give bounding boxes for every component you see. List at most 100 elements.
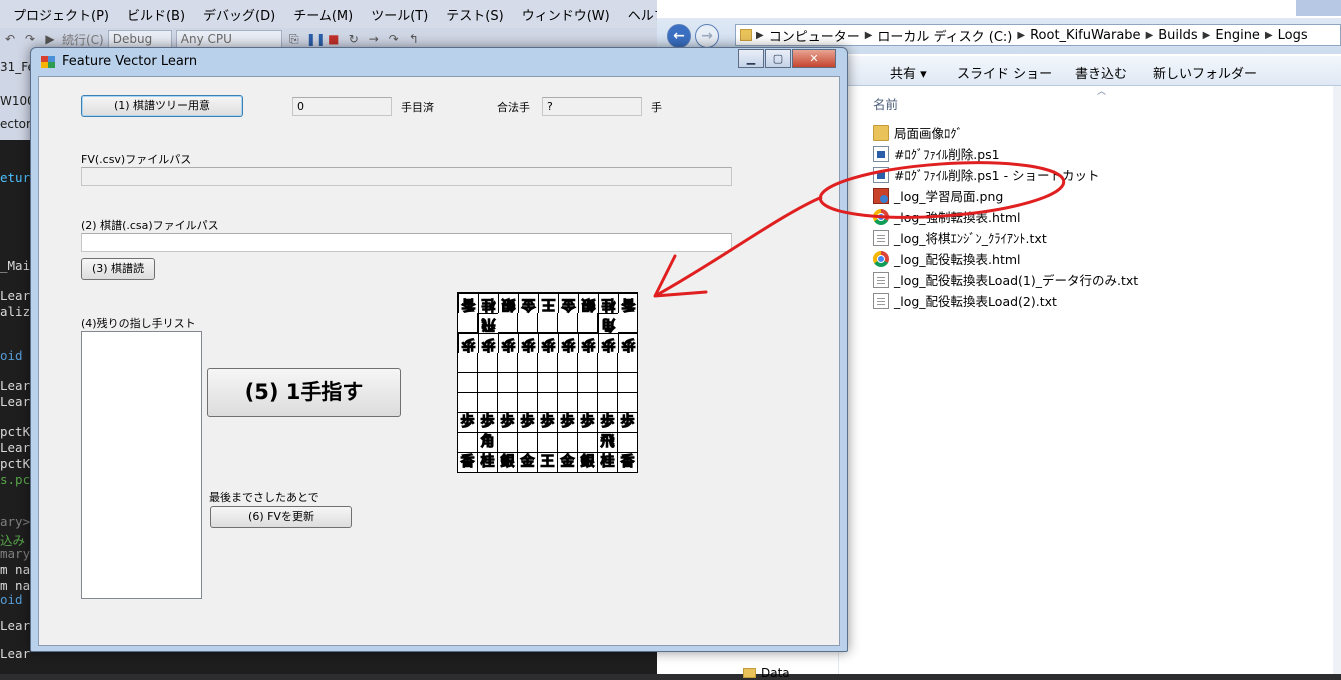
vs-menu-team[interactable]: チーム(M) — [284, 5, 362, 24]
name-column-header[interactable]: 名前 — [873, 94, 898, 113]
read-kifu-button[interactable]: (3) 棋譜読 — [81, 258, 155, 280]
file-row[interactable]: _log_将棋ｴﾝｼﾞﾝ_ｸﾗｲｱﾝﾄ.txt — [873, 227, 1047, 248]
file-row[interactable]: _log_配役転換表Load(1)_データ行のみ.txt — [873, 269, 1138, 290]
moves-done-field: 0 — [292, 97, 392, 116]
breadcrumb-item[interactable]: コンピューター — [764, 26, 865, 45]
breadcrumb-item[interactable]: Builds — [1153, 28, 1202, 43]
maximize-button[interactable]: ▢ — [765, 49, 791, 68]
vs-document-tabs: 31_Fe W100_ ectorL — [0, 50, 41, 140]
nav-tree-item[interactable]: Data — [743, 666, 790, 680]
vs-menu-window[interactable]: ウィンドウ(W) — [513, 5, 619, 24]
burn-button[interactable]: 書き込む — [1075, 63, 1127, 82]
continue-icon[interactable]: ▶ — [42, 31, 58, 47]
new-folder-button[interactable]: 新しいフォルダー — [1153, 63, 1257, 82]
file-row[interactable]: _log_強制転換表.html — [873, 206, 1021, 227]
folder-icon — [873, 124, 889, 141]
chrome-icon — [873, 250, 889, 267]
file-row[interactable]: _log_学習局面.png — [873, 185, 1003, 206]
chevron-right-icon: ▶ — [864, 29, 873, 41]
vs-menu-debug[interactable]: デバッグ(D) — [194, 5, 284, 24]
code-line: oid — [0, 348, 23, 363]
board-square — [518, 353, 538, 373]
shogi-piece: 桂 — [478, 453, 498, 473]
text-file-icon — [873, 292, 889, 309]
board-square — [578, 393, 598, 413]
code-line: eturn — [0, 170, 34, 185]
board-square — [618, 313, 638, 333]
step-out-icon[interactable]: ↰ — [406, 31, 422, 47]
file-row[interactable]: _log_配役転換表.html — [873, 248, 1021, 269]
slideshow-button[interactable]: スライド ショー — [957, 63, 1052, 82]
text-file-icon — [873, 229, 889, 246]
explorer-scrollbar[interactable] — [1333, 86, 1341, 674]
breadcrumb-item[interactable]: ローカル ディスク (C:) — [872, 26, 1017, 45]
board-square — [458, 313, 478, 333]
vs-code-editor[interactable]: eturn _Mai Lear aliz oid Lear Lear pctK Lear pctK… — [0, 140, 34, 674]
board-square — [458, 433, 478, 453]
breadcrumb-item[interactable]: Root_KifuWarabe — [1025, 28, 1145, 43]
shogi-piece: 香 — [618, 293, 638, 313]
shogi-piece: 歩 — [578, 333, 598, 353]
config-combo[interactable]: Debug — [107, 30, 172, 48]
chrome-icon — [873, 208, 889, 225]
address-box[interactable]: ▶ コンピューター ▶ ローカル ディスク (C:) ▶ Root_KifuWa… — [735, 24, 1341, 46]
shogi-piece: 銀 — [578, 293, 598, 313]
app-icon — [41, 56, 55, 68]
stop-icon[interactable]: ■ — [326, 31, 342, 47]
chevron-right-icon: ▶ — [1264, 29, 1273, 41]
shogi-piece: 飛 — [478, 313, 498, 333]
remaining-moves-list[interactable] — [81, 331, 202, 599]
vs-menu-project[interactable]: プロジェクト(P) — [4, 5, 118, 24]
fv-path-input[interactable] — [81, 167, 732, 186]
restart-icon[interactable]: ↻ — [346, 31, 362, 47]
breadcrumb-item[interactable]: Logs — [1273, 28, 1313, 43]
pause-icon[interactable]: ❚❚ — [306, 31, 326, 47]
board-square — [578, 373, 598, 393]
code-line: Lear — [0, 378, 31, 393]
shogi-piece: 金 — [558, 453, 578, 473]
code-line: s.pc — [0, 472, 31, 487]
make-move-button[interactable]: (5) 1手指す — [207, 368, 401, 417]
shogi-piece: 歩 — [558, 413, 578, 433]
board-square — [558, 373, 578, 393]
app-title: Feature Vector Learn — [62, 54, 198, 69]
board-square — [578, 313, 598, 333]
share-button[interactable]: 共有 ▾ — [890, 63, 927, 82]
file-row[interactable]: #ﾛｸﾞﾌｧｲﾙ削除.ps1 - ショートカット — [873, 164, 1100, 185]
update-fv-button[interactable]: (6) FVを更新 — [210, 506, 352, 528]
board-square — [558, 393, 578, 413]
platform-combo[interactable]: Any CPU — [175, 30, 282, 48]
file-row[interactable]: #ﾛｸﾞﾌｧｲﾙ削除.ps1 — [873, 143, 1000, 164]
continue-button[interactable]: 続行(C) — [62, 31, 104, 48]
board-square — [518, 373, 538, 393]
step-into-icon[interactable]: → — [366, 31, 382, 47]
undo-icon[interactable]: ↶ — [2, 31, 18, 47]
vs-menu-build[interactable]: ビルド(B) — [118, 5, 194, 24]
redo-icon[interactable]: ↷ — [22, 31, 38, 47]
breadcrumb-item[interactable]: Engine — [1210, 28, 1265, 43]
minimize-button[interactable]: ▁ — [738, 49, 764, 68]
text-file-icon — [873, 271, 889, 288]
vs-menu-tools[interactable]: ツール(T) — [362, 5, 437, 24]
board-square — [558, 433, 578, 453]
code-line: _Mai — [0, 258, 31, 273]
shogi-piece: 香 — [458, 453, 478, 473]
file-name: _log_配役転換表Load(1)_データ行のみ.txt — [894, 273, 1139, 288]
code-line: Lear — [0, 618, 31, 633]
board-square — [518, 313, 538, 333]
vs-menu-test[interactable]: テスト(S) — [437, 5, 512, 24]
step-over-icon[interactable]: ↷ — [386, 31, 402, 47]
shogi-piece: 歩 — [538, 333, 558, 353]
close-button[interactable]: ✕ — [792, 49, 836, 68]
app-titlebar[interactable]: Feature Vector Learn ▁ ▢ ✕ — [31, 48, 847, 76]
back-icon[interactable]: ← — [667, 24, 691, 48]
board-square — [478, 393, 498, 413]
prepare-tree-button[interactable]: (1) 棋譜ツリー用意 — [81, 95, 243, 117]
file-row[interactable]: _log_配役転換表Load(2).txt — [873, 290, 1057, 311]
file-row[interactable]: 局面画像ﾛｸﾞ — [873, 122, 963, 143]
forward-icon[interactable]: → — [695, 24, 719, 48]
attach-icon[interactable]: ⎘ — [286, 31, 302, 47]
kifu-path-input[interactable] — [81, 233, 732, 252]
board-square — [518, 433, 538, 453]
shogi-piece: 歩 — [578, 413, 598, 433]
